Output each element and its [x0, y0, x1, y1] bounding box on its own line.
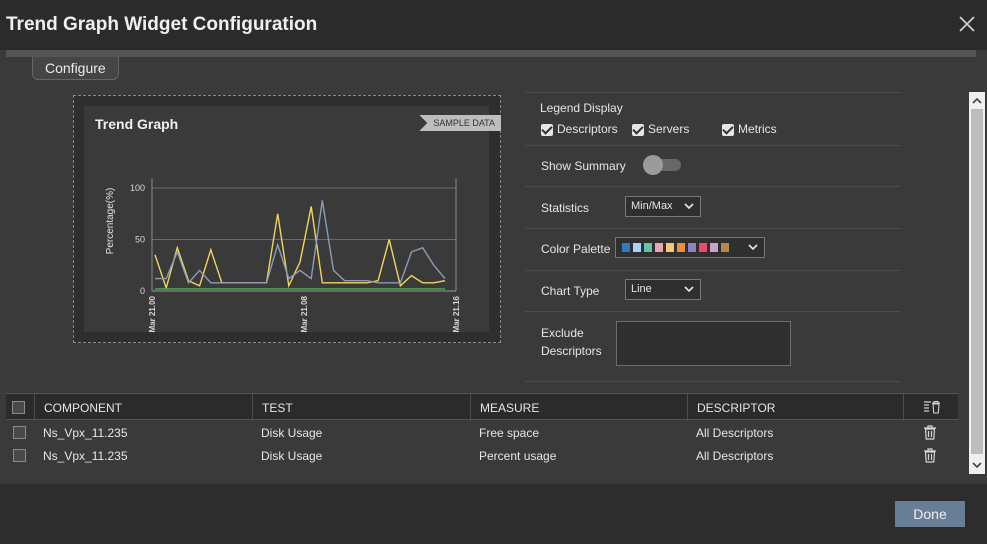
- series-line: [154, 206, 446, 291]
- chevron-down-icon: [684, 286, 694, 293]
- palette-swatch: [622, 243, 630, 252]
- chevron-down-icon: [684, 203, 694, 210]
- done-button[interactable]: Done: [895, 501, 965, 527]
- color-palette-row: Color Palette: [525, 229, 901, 271]
- cell-measure: Free space: [479, 426, 540, 440]
- cell-measure: Percent usage: [479, 449, 557, 463]
- close-icon[interactable]: [957, 14, 977, 34]
- x-tick-label: Mar 21.08: [300, 295, 309, 332]
- statistics-row: Statistics Min/Max: [525, 187, 901, 229]
- row-checkbox[interactable]: [13, 449, 26, 462]
- legend-servers-checkbox[interactable]: Servers: [632, 122, 689, 136]
- show-summary-toggle[interactable]: [643, 155, 681, 175]
- chart-card: Trend Graph SAMPLE DATA Percentage(%) 10…: [84, 106, 501, 332]
- metrics-label: Metrics: [738, 122, 777, 136]
- chevron-down-icon: [748, 244, 758, 251]
- chart-type-label: Chart Type: [541, 284, 600, 298]
- row-checkbox[interactable]: [13, 426, 26, 439]
- scroll-down-icon[interactable]: [969, 458, 985, 472]
- column-header-component[interactable]: COMPONENT: [34, 394, 252, 421]
- legend-metrics-checkbox[interactable]: Metrics: [722, 122, 777, 136]
- chart-type-select[interactable]: Line: [625, 279, 701, 300]
- palette-swatch: [655, 243, 663, 252]
- color-palette-select[interactable]: [615, 237, 765, 258]
- table-row[interactable]: Ns_Vpx_11.235 Disk Usage Percent usage A…: [6, 445, 958, 468]
- cell-component: Ns_Vpx_11.235: [43, 426, 128, 440]
- delete-all-column: [903, 394, 958, 421]
- cell-test: Disk Usage: [261, 449, 323, 463]
- series-line: [155, 200, 446, 285]
- table-header: COMPONENT TEST MEASURE DESCRIPTOR: [6, 393, 958, 421]
- y-axis-label: Percentage(%): [105, 188, 116, 255]
- exclude-label-line1: Exclude: [541, 326, 584, 340]
- y-tick-label: 100: [130, 183, 145, 193]
- exclude-label-line2: Descriptors: [541, 344, 602, 358]
- palette-swatch: [666, 243, 674, 252]
- show-summary-label: Show Summary: [541, 159, 626, 173]
- cell-component: Ns_Vpx_11.235: [43, 449, 128, 463]
- y-axis-ticks: 100 50 0: [130, 183, 145, 296]
- chart-series: [154, 200, 446, 291]
- cell-descriptor: All Descriptors: [696, 449, 774, 463]
- column-header-measure[interactable]: MEASURE: [470, 394, 688, 421]
- scroll-up-icon[interactable]: [969, 94, 985, 108]
- trend-chart: Percentage(%) 100500 Mar 21.00 Mar 21.08 M…: [105, 178, 461, 332]
- legend-display-label: Legend Display: [540, 101, 623, 115]
- trash-icon[interactable]: [923, 425, 937, 440]
- dialog-footer: [0, 484, 987, 544]
- toggle-knob: [643, 155, 663, 175]
- chart-type-value: Line: [631, 283, 652, 295]
- legend-descriptors-checkbox[interactable]: Descriptors: [541, 122, 618, 136]
- exclude-descriptors-label: Exclude Descriptors: [541, 324, 602, 360]
- palette-swatch: [688, 243, 696, 252]
- select-all-checkbox[interactable]: [12, 401, 25, 414]
- cell-descriptor: All Descriptors: [696, 426, 774, 440]
- legend-display-row: Legend Display Descriptors Servers Metri…: [525, 92, 901, 146]
- chart-type-row: Chart Type Line: [525, 271, 901, 312]
- statistics-label: Statistics: [541, 201, 590, 215]
- palette-swatch: [644, 243, 652, 252]
- statistics-value: Min/Max: [631, 200, 673, 212]
- palette-swatch: [677, 243, 685, 252]
- delete-all-icon[interactable]: [923, 400, 941, 414]
- column-header-test[interactable]: TEST: [252, 394, 470, 421]
- widget-config-dialog: Trend Graph Widget Configuration Configu…: [0, 0, 987, 544]
- checkbox-checked-icon: [541, 123, 553, 136]
- exclude-descriptors-input[interactable]: [616, 321, 791, 366]
- title-bar: Trend Graph Widget Configuration: [0, 0, 987, 50]
- checkbox-checked-icon: [632, 123, 644, 136]
- trash-icon[interactable]: [923, 448, 937, 463]
- servers-label: Servers: [648, 122, 690, 136]
- column-header-descriptor[interactable]: DESCRIPTOR: [687, 394, 904, 421]
- cell-test: Disk Usage: [261, 426, 323, 440]
- vertical-scrollbar[interactable]: [969, 92, 985, 474]
- dialog-title: Trend Graph Widget Configuration: [6, 14, 318, 35]
- x-tick-label: Mar 21.00: [148, 295, 157, 332]
- chart-preview: Trend Graph SAMPLE DATA Percentage(%) 10…: [73, 95, 501, 343]
- x-axis-ticks: Mar 21.00 Mar 21.08 Mar 21.16: [148, 295, 461, 332]
- statistics-select[interactable]: Min/Max: [625, 196, 701, 217]
- palette-swatch: [699, 243, 707, 252]
- x-tick-label: Mar 21.16: [452, 295, 461, 332]
- header-strip: [6, 50, 976, 57]
- palette-swatch: [710, 243, 718, 252]
- scrollbar-thumb[interactable]: [971, 109, 983, 454]
- y-tick-label: 50: [135, 235, 145, 245]
- palette-swatch: [721, 243, 729, 252]
- show-summary-row: Show Summary: [525, 146, 901, 187]
- table-row[interactable]: Ns_Vpx_11.235 Disk Usage Free space All …: [6, 422, 958, 445]
- measures-table: COMPONENT TEST MEASURE DESCRIPTOR Ns_Vpx…: [6, 393, 958, 468]
- y-tick-label: 0: [140, 286, 145, 296]
- descriptors-label: Descriptors: [557, 122, 618, 136]
- color-palette-label: Color Palette: [541, 242, 611, 256]
- checkbox-checked-icon: [722, 123, 734, 136]
- tab-configure[interactable]: Configure: [32, 57, 119, 80]
- palette-swatch: [633, 243, 641, 252]
